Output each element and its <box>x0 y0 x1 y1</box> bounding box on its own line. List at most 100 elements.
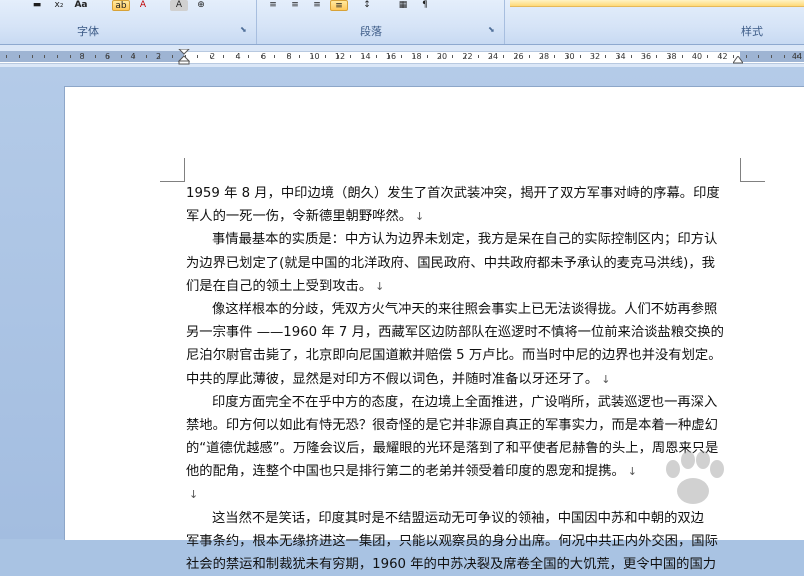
ruler-tick-dot <box>644 55 645 58</box>
ruler-tick-dot <box>605 55 606 58</box>
group-separator <box>504 0 505 44</box>
ruler-tick-label: 26 <box>513 52 524 61</box>
ruler-tick-label: 32 <box>589 52 601 61</box>
ruler-tick-dot <box>44 55 45 58</box>
ruler-tick-dot <box>720 55 721 58</box>
ruler-tick-label: 16 <box>385 52 397 61</box>
line-text: 为边界已划定了(就是中国的北洋政府、国民政府、中共政府都未予承认的麦克马洪线)，… <box>186 255 715 271</box>
document-line: 军事条约，根本无缘挤进这一集团，只能以观察员的身分出席。何况中共正内外交困，国际 <box>186 530 740 553</box>
ruler-tick-label: 40 <box>691 52 703 61</box>
ruler-tick-label: 12 <box>334 52 346 61</box>
ruler-tick-dot <box>758 55 759 58</box>
ruler-tick-dot <box>593 55 594 58</box>
document-line: 尼泊尔尉官击毙了，北京即向尼国道歉并赔偿 5 万卢比。而当时中尼的边界也并没有划… <box>186 344 740 367</box>
ruler-tick-dot <box>491 55 492 58</box>
ruler-tick-dot <box>376 55 377 58</box>
document-line: 另一宗事件 ——1960 年 7 月，西藏军区边防部队在巡逻时不慎将一位前来洽谈… <box>186 321 740 344</box>
document-line: 们是在自己的领土上受到攻击。 ↓ <box>186 275 740 298</box>
ruler-tick-dot <box>401 55 402 58</box>
document-line: 事情最基本的实质是：中方认为边界未划定，我方是呆在自己的实际控制区内；印方认 <box>186 228 740 251</box>
ruler-tick-dot <box>529 55 530 58</box>
ruler-tick-dot <box>223 55 224 58</box>
line-text: 这当然不是笑话，印度其时是不结盟运动无可争议的领袖，中国因中苏和中朝的双边 <box>212 510 704 526</box>
ruler-tick-dot <box>784 55 785 58</box>
crop-mark <box>740 158 741 182</box>
ruler-tick-dot <box>210 55 211 58</box>
indent-marker-icon[interactable] <box>178 49 190 65</box>
ruler-tick-dot <box>236 55 237 58</box>
clear-format-button[interactable]: ▬ <box>28 0 46 11</box>
border-button[interactable]: ¶ <box>416 0 434 11</box>
ruler-tick-dot <box>516 55 517 58</box>
document-line: 像这样根本的分歧，凭双方火气冲天的来往照会事实上已无法谈得拢。人们不妨再参照 <box>186 298 740 321</box>
paragraph-group-label: 段落 <box>360 25 382 38</box>
shading-button[interactable]: ▦ <box>394 0 412 11</box>
ruler-tick-dot <box>70 55 71 58</box>
line-spacing-button[interactable]: ↕ <box>358 0 376 11</box>
ruler-tick-dot <box>6 55 7 58</box>
ruler-tick-dot <box>682 55 683 58</box>
line-text: 事情最基本的实质是：中方认为边界未划定，我方是呆在自己的实际控制区内；印方认 <box>212 232 718 248</box>
line-text: 中共的厚此薄彼，显然是对印方不假以词色，并随时准备以牙还牙了。 <box>186 371 599 387</box>
ruler-tick-dot <box>618 55 619 58</box>
document-line: 社会的禁运和制裁犹未有穷期，1960 年的中苏决裂及席卷全国的大饥荒，更令中国的… <box>186 553 740 576</box>
document-line: 1959 年 8 月，中印边境（朗久）发生了首次武装冲突，揭开了双方军事对峙的序… <box>186 182 740 205</box>
ruler-tick-dot <box>465 55 466 58</box>
crop-mark <box>741 181 765 182</box>
line-text: 另一宗事件 ——1960 年 7 月，西藏军区边防部队在巡逻时不慎将一位前来洽谈… <box>186 325 724 341</box>
ruler-tick-dot <box>631 55 632 58</box>
line-text: 的“道德优越感”。万隆会议后，最耀眼的光环是落到了和平使者尼赫鲁的头上，周恩来只… <box>186 441 719 457</box>
document-line: 为边界已划定了(就是中国的北洋政府、国民政府、中共政府都未予承认的麦克马洪线)，… <box>186 252 740 275</box>
ruler-tick-dot <box>172 55 173 58</box>
font-button-strip: ▬ x₂ Aa ab A A ⊕ <box>28 0 210 12</box>
horizontal-ruler[interactable]: 8642246810121416182022242628303234363840… <box>0 45 804 68</box>
document-line: 印度方面完全不在乎中方的态度，在边境上全面推进，广设哨所，武装巡逻也一再深入 <box>186 391 740 414</box>
font-color-button[interactable]: A <box>134 0 152 11</box>
paragraph-mark-icon: ↓ <box>189 488 199 502</box>
ruler-tick-dot <box>287 55 288 58</box>
ruler-tick-dot <box>299 55 300 58</box>
styles-group-label: 样式 <box>741 25 763 38</box>
document-line: 中共的厚此薄彼，显然是对印方不假以词色，并随时准备以牙还牙了。 ↓ <box>186 368 740 391</box>
ruler-tick-dot <box>567 55 568 58</box>
styles-gallery[interactable] <box>510 0 804 7</box>
line-text: 社会的禁运和制裁犹未有穷期，1960 年的中苏决裂及席卷全国的大饥荒，更令中国的… <box>186 557 717 572</box>
align-left-button[interactable]: ≡ <box>264 0 282 11</box>
ruler-tick-dot <box>554 55 555 58</box>
justify-button[interactable]: ≡ <box>330 0 348 11</box>
ruler-tick-dot <box>197 55 198 58</box>
ruler-tick-dot <box>452 55 453 58</box>
ruler-tick-dot <box>274 55 275 58</box>
ruler-tick-dot <box>134 55 135 58</box>
ruler-tick-dot <box>338 55 339 58</box>
ruler-tick-dot <box>478 55 479 58</box>
change-case-button[interactable]: Aa <box>72 0 90 11</box>
enclose-char-button[interactable]: ⊕ <box>192 0 210 11</box>
line-text: 像这样根本的分歧，凭双方火气冲天的来往照会事实上已无法谈得拢。人们不妨再参照 <box>212 301 718 317</box>
paragraph-mark-icon: ↓ <box>375 279 385 293</box>
line-text: 军事条约，根本无缘挤进这一集团，只能以观察员的身分出席。何况中共正内外交困，国际 <box>186 533 718 549</box>
paragraph-button-strip: ≡ ≡ ≡ ≡ ↕ ▦ ¶ <box>264 0 434 12</box>
ruler-tick-label: 20 <box>436 52 448 61</box>
font-group-label: 字体 <box>77 25 99 38</box>
align-right-button[interactable]: ≡ <box>308 0 326 11</box>
ruler-tick-dot <box>656 55 657 58</box>
ruler-tick-dot <box>350 55 351 58</box>
line-text: 印度方面完全不在乎中方的态度，在边境上全面推进，广设哨所，武装巡逻也一再深入 <box>212 394 718 410</box>
subscript-button[interactable]: x₂ <box>50 0 68 11</box>
char-shading-button[interactable]: A <box>170 0 188 11</box>
line-text: 们是在自己的领土上受到攻击。 <box>186 278 373 294</box>
font-dialog-launcher-icon[interactable]: ⬊ <box>240 25 249 34</box>
ribbon: ▬ x₂ Aa ab A A ⊕ ≡ ≡ ≡ ≡ ↕ ▦ ¶ 字体 ⬊ 段落 ⬊… <box>0 0 804 45</box>
paragraph-dialog-launcher-icon[interactable]: ⬊ <box>488 25 497 34</box>
paw-watermark-icon <box>666 451 724 504</box>
right-indent-marker-icon[interactable] <box>733 56 743 64</box>
ruler-tick-dot <box>695 55 696 58</box>
ruler-tick-dot <box>363 55 364 58</box>
highlight-button[interactable]: ab <box>112 0 130 11</box>
align-center-button[interactable]: ≡ <box>286 0 304 11</box>
ruler-tick-dot <box>669 55 670 58</box>
ruler-tick-dot <box>503 55 504 58</box>
ruler-tick-dot <box>248 55 249 58</box>
ruler-tick-dot <box>389 55 390 58</box>
